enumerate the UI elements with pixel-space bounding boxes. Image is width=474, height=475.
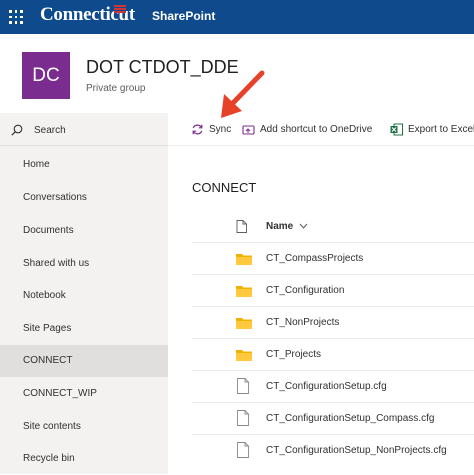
list-item[interactable]: CT_NonProjects [192, 306, 474, 338]
export-to-excel-button[interactable]: Export to Excel [408, 124, 474, 135]
nav-item-label: Recycle bin [23, 453, 75, 464]
folder-icon [236, 350, 252, 361]
nav-item-label: Documents [23, 225, 74, 236]
folder-icon [236, 318, 252, 329]
site-subtitle: Private group [86, 83, 146, 94]
search-box[interactable] [0, 113, 168, 146]
column-header [168, 212, 474, 242]
nav-item-home[interactable]: Home [0, 149, 168, 181]
excel-icon[interactable] [390, 123, 403, 136]
file-type-header-icon[interactable] [236, 220, 247, 233]
list-item[interactable]: CT_Configuration [192, 274, 474, 306]
add-shortcut-icon[interactable] [242, 123, 255, 136]
site-logo[interactable]: DC [22, 52, 70, 99]
search-label[interactable]: Search [34, 125, 66, 136]
nav-item-connect-wip[interactable]: CONNECT_WIP [0, 378, 168, 410]
app-launcher-icon[interactable] [9, 10, 23, 24]
sync-icon[interactable] [191, 123, 204, 136]
search-icon [11, 124, 23, 136]
list-item[interactable]: CT_ConfigurationSetup_NonProjects.cfg [192, 434, 474, 466]
nav-item-notebook[interactable]: Notebook [0, 280, 168, 312]
item-name[interactable]: CT_NonProjects [266, 317, 339, 328]
folder-icon [236, 254, 252, 265]
item-name[interactable]: CT_CompassProjects [266, 253, 363, 264]
nav-item-connect[interactable]: CONNECT [0, 345, 168, 377]
chevron-down-icon[interactable] [299, 222, 308, 230]
nav-item-label: Notebook [23, 290, 66, 301]
nav-item-label: Site Pages [23, 323, 72, 334]
nav-item-label: CONNECT_WIP [23, 388, 97, 399]
nav-item-label: Conversations [23, 192, 87, 203]
folder-icon [236, 286, 252, 297]
document-icon [237, 442, 249, 458]
nav-item-recycle-bin[interactable]: Recycle bin [0, 443, 168, 475]
nav-item-label: Shared with us [23, 258, 90, 269]
list-item[interactable]: CT_CompassProjects [192, 242, 474, 274]
item-name[interactable]: CT_ConfigurationSetup_Compass.cfg [266, 413, 434, 424]
nav-item-shared-with-us[interactable]: Shared with us [0, 248, 168, 280]
app-name[interactable]: SharePoint [152, 9, 215, 23]
nav-item-site-pages[interactable]: Site Pages [0, 313, 168, 345]
sync-button[interactable]: Sync [209, 124, 231, 135]
nav-item-conversations[interactable]: Conversations [0, 182, 168, 214]
nav-item-label: Home [23, 159, 50, 170]
document-icon [237, 410, 249, 426]
nav-item-documents[interactable]: Documents [0, 215, 168, 247]
document-icon [237, 378, 249, 394]
item-name[interactable]: CT_ConfigurationSetup.cfg [266, 381, 387, 392]
site-title[interactable]: DOT CTDOT_DDE [86, 57, 239, 78]
brand-stripes-icon [114, 5, 126, 14]
list-item[interactable]: CT_ConfigurationSetup_Compass.cfg [192, 402, 474, 434]
item-name[interactable]: CT_Projects [266, 349, 321, 360]
list-item[interactable]: CT_ConfigurationSetup.cfg [192, 370, 474, 402]
nav-item-site-contents[interactable]: Site contents [0, 411, 168, 443]
library-title: CONNECT [192, 180, 257, 195]
item-name[interactable]: CT_Configuration [266, 285, 344, 296]
nav-item-label: CONNECT [23, 355, 73, 366]
name-column-header[interactable]: Name [266, 221, 293, 232]
item-name[interactable]: CT_ConfigurationSetup_NonProjects.cfg [266, 445, 447, 456]
list-item[interactable]: CT_Projects [192, 338, 474, 370]
add-shortcut-button[interactable]: Add shortcut to OneDrive [260, 124, 372, 135]
nav-item-label: Site contents [23, 421, 81, 432]
